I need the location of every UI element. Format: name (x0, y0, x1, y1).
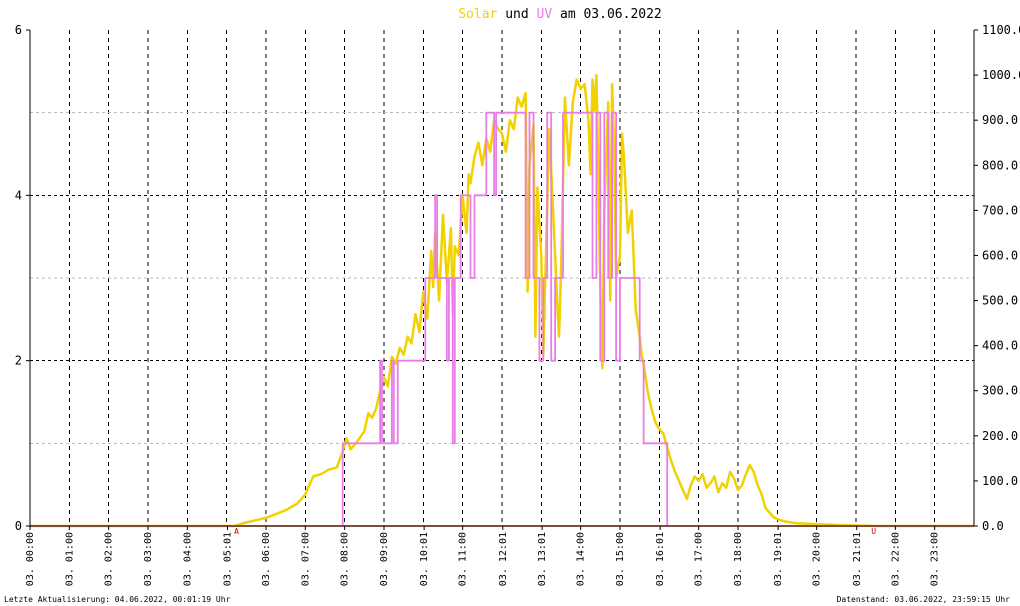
title-and: und (505, 7, 528, 22)
x-tick-label: 03. 15:00 (615, 532, 626, 586)
y-right-tick-label: 900.0 (982, 113, 1018, 127)
y-right-tick-label: 400.0 (982, 339, 1018, 353)
x-tick-label: 03. 22:00 (890, 532, 901, 586)
chart-title: Solar und UV am 03.06.2022 (458, 7, 662, 22)
x-tick-label: 03. 00:00 (25, 532, 36, 586)
sun-event-marker: U (871, 527, 876, 536)
x-tick-label: 03. 19:01 (773, 532, 784, 586)
y-right-tick-label: 0.0 (982, 519, 1004, 533)
y-left-tick-label: 2 (15, 354, 22, 368)
grid (30, 30, 974, 526)
y-left-tick-label: 0 (15, 519, 22, 533)
x-tick-label: 03. 03:00 (143, 532, 154, 586)
x-tick-label: 03. 12:01 (498, 532, 509, 586)
x-tick-label: 03. 18:00 (733, 532, 744, 586)
y-right-tick-label: 600.0 (982, 248, 1018, 262)
x-tick-label: 03. 08:00 (340, 532, 351, 586)
title-solar: Solar (458, 7, 497, 22)
sun-event-marker: A (234, 527, 239, 536)
y-right-tick-label: 1100.0 (982, 23, 1020, 37)
y-right-tick-label: 200.0 (982, 429, 1018, 443)
x-tick-label: 03. 05:01 (222, 532, 233, 586)
y-left-tick-label: 4 (15, 188, 22, 202)
x-tick-label: 03. 10:01 (419, 532, 430, 586)
x-tick-label: 03. 16:01 (655, 532, 666, 586)
y-right-tick-label: 800.0 (982, 158, 1018, 172)
x-tick-label: 03. 07:00 (300, 532, 311, 586)
x-tick-label: 03. 23:00 (930, 532, 941, 586)
x-tick-label: 03. 06:00 (261, 532, 272, 586)
x-tick-label: 03. 02:00 (104, 532, 115, 586)
y-right-tick-label: 300.0 (982, 384, 1018, 398)
x-tick-label: 03. 01:00 (64, 532, 75, 586)
y-left-tick-label: 6 (15, 23, 22, 37)
x-tick-label: 03. 17:00 (694, 532, 705, 586)
x-tick-label: 03. 09:00 (379, 532, 390, 586)
solar-uv-chart: 0 2 4 6 0.0 100.0 200.0 300.0 400.0 500.0 600.0 700… (15, 7, 1020, 586)
title-uv: UV (537, 7, 553, 22)
y-right-tick-label: 100.0 (982, 474, 1018, 488)
last-update-text: Letzte Aktualisierung: 04.06.2022, 00:01… (4, 595, 231, 604)
title-date: am 03.06.2022 (560, 7, 662, 22)
data-state-text: Datenstand: 03.06.2022, 23:59:15 Uhr (836, 595, 1010, 604)
x-tick-label: 03. 04:00 (182, 532, 193, 586)
x-tick-label: 03. 14:00 (576, 532, 587, 586)
x-tick-label: 03. 21:01 (852, 532, 863, 586)
y-right-tick-label: 700.0 (982, 203, 1018, 217)
y-right-tick-label: 1000.0 (982, 68, 1020, 82)
x-tick-label: 03. 13:01 (537, 532, 548, 586)
y-right-tick-label: 500.0 (982, 294, 1018, 308)
x-tick-label: 03. 20:00 (812, 532, 823, 586)
x-tick-label: 03. 11:00 (458, 532, 469, 586)
